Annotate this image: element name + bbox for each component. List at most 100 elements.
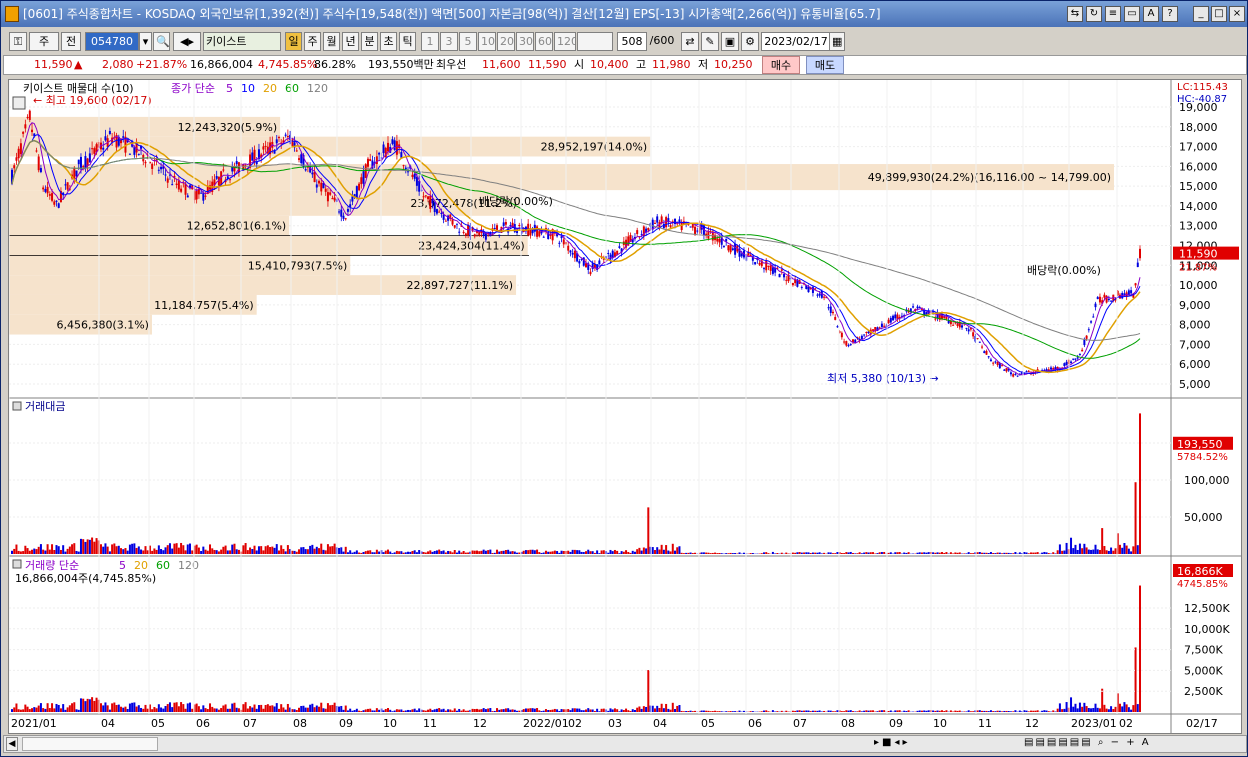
custom-period-input[interactable] (577, 32, 613, 51)
amount-bar (1034, 552, 1037, 554)
num-20[interactable]: 20 (497, 32, 515, 51)
high: 11,980 (652, 58, 691, 71)
buy-button[interactable]: 매수 (762, 56, 800, 74)
candle-body (402, 165, 405, 167)
volume-bar (700, 710, 703, 712)
volume-bar (682, 711, 685, 712)
x-tick: 02 (568, 717, 582, 730)
period-0[interactable]: 일 (285, 32, 302, 51)
volume-bar (453, 708, 456, 712)
save-icon[interactable]: ▣ (721, 32, 739, 51)
lock-icon[interactable]: ⚿ (9, 32, 27, 51)
amount-bar (460, 552, 463, 554)
volume-bar (1127, 707, 1130, 712)
num-30[interactable]: 30 (516, 32, 534, 51)
candle-body (391, 139, 394, 144)
volume-bar (1005, 710, 1008, 712)
volume-bar (362, 710, 365, 712)
amount-bar (667, 550, 670, 554)
calendar-icon[interactable]: ▦ (829, 32, 845, 51)
amount-bar (418, 550, 421, 554)
volume-bar (694, 710, 697, 712)
volume-bar (360, 711, 363, 712)
amount-bar (467, 552, 470, 554)
num-60[interactable]: 60 (535, 32, 553, 51)
zoom-icons[interactable]: ▤▤▤▤▤▤ ⌕ − + A (1024, 737, 1151, 748)
volume-bar (918, 710, 921, 712)
volume-bar (678, 705, 681, 712)
minimize-icon[interactable]: _ (1193, 6, 1209, 22)
num-1[interactable]: 1 (421, 32, 439, 51)
num-3[interactable]: 3 (440, 32, 458, 51)
sell-button[interactable]: 매도 (806, 56, 844, 74)
market-select[interactable]: 주 (29, 32, 59, 51)
chart-area[interactable]: 19,000 18,000 17,000 16,000 15,000 14,000 13,0… (8, 79, 1242, 734)
config-icon[interactable]: ⚙ (741, 32, 759, 51)
volume-bar (1110, 706, 1113, 712)
amount-bar (409, 551, 412, 554)
scroll-left-icon[interactable]: ◀ (6, 737, 18, 751)
amount-bar (464, 552, 467, 554)
date-input[interactable]: 2023/02/17 (761, 32, 831, 51)
volume-bar (711, 711, 714, 712)
period-6[interactable]: 틱 (399, 32, 416, 51)
candle-body (562, 239, 565, 245)
mode-select[interactable]: 전 (61, 32, 81, 51)
alert-icon[interactable]: A (1143, 6, 1159, 22)
data-count-input[interactable]: 508 (617, 32, 647, 51)
draw-icon[interactable]: ✎ (701, 32, 719, 51)
period-5[interactable]: 초 (380, 32, 397, 51)
candle-body (411, 174, 414, 177)
volume-bar (593, 711, 596, 712)
screen-icon[interactable]: ▭ (1124, 6, 1140, 22)
candle-body (44, 188, 47, 192)
chart-tool-icon[interactable]: ⇄ (681, 32, 699, 51)
amount-bar (522, 550, 525, 554)
search-icon[interactable]: 🔍 (153, 32, 170, 51)
volume-bar (983, 710, 986, 712)
help-icon[interactable]: ? (1162, 6, 1178, 22)
candle-body (696, 230, 699, 232)
maximize-icon[interactable]: □ (1211, 6, 1227, 22)
volume-bar (111, 703, 114, 712)
volume-bar (1027, 711, 1030, 712)
stock-code-input[interactable]: 054780 (85, 32, 139, 51)
chart-svg[interactable]: 19,00018,00017,00016,00015,00014,00013,0… (9, 80, 1241, 733)
amount-bar (1001, 553, 1004, 554)
amount-bar (275, 544, 278, 554)
amount-bar (963, 553, 966, 554)
volume-bar (573, 708, 576, 712)
volume-bar (264, 704, 267, 712)
dividend-marker-1: 배당락(0.00%) (479, 195, 553, 208)
close-icon[interactable]: × (1229, 6, 1245, 22)
amount-bar (293, 550, 296, 554)
period-3[interactable]: 년 (342, 32, 359, 51)
period-1[interactable]: 주 (304, 32, 321, 51)
volume-bar (484, 709, 487, 712)
candle-body (164, 174, 167, 176)
volume-bar (1061, 709, 1064, 712)
period-2[interactable]: 월 (323, 32, 340, 51)
candle-body (133, 146, 136, 155)
num-5[interactable]: 5 (459, 32, 477, 51)
amount-bar (1121, 547, 1124, 554)
num-120[interactable]: 120 (554, 32, 576, 51)
playback-icons[interactable]: ▸■◂▸ (874, 737, 911, 748)
volume-bar (992, 711, 995, 712)
amount-bar (1027, 553, 1030, 554)
period-4[interactable]: 분 (361, 32, 378, 51)
amount-bar (84, 541, 87, 554)
sound-icon[interactable]: ◀▸ (173, 32, 201, 51)
refresh-icon[interactable]: ↻ (1086, 6, 1102, 22)
amount-bar (120, 548, 123, 554)
settings-icon[interactable]: ≡ (1105, 6, 1121, 22)
volume-bar (11, 709, 13, 712)
candle-body (79, 156, 82, 170)
scroll-thumb[interactable] (22, 737, 158, 751)
volume-bar (687, 710, 690, 712)
volume-bar (475, 708, 478, 712)
chart-scrollbar[interactable]: ◀ ▸■◂▸ ▤▤▤▤▤▤ ⌕ − + A (3, 735, 1247, 753)
num-10[interactable]: 10 (478, 32, 496, 51)
code-dropdown-icon[interactable]: ▾ (139, 32, 152, 51)
link-icon[interactable]: ⇆ (1067, 6, 1083, 22)
